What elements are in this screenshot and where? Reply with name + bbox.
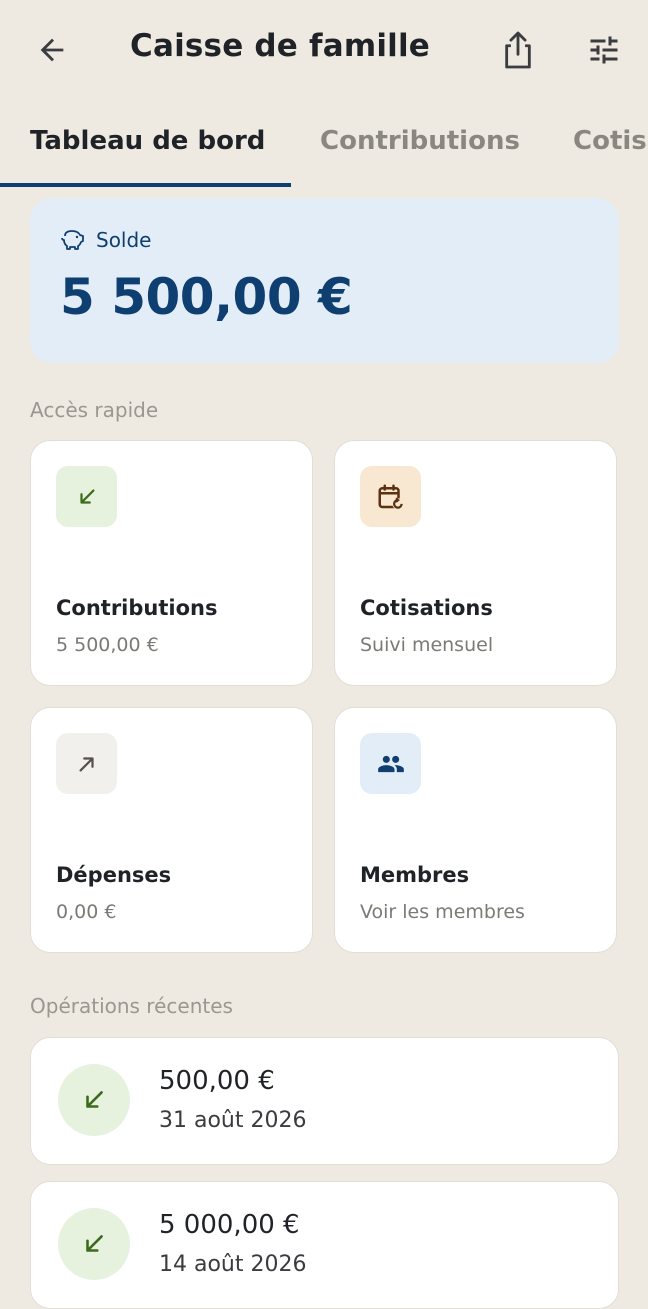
- arrow-down-left-icon: [86, 1235, 103, 1252]
- arrow-down-left-icon: [79, 488, 95, 504]
- card-title: Cotisations: [360, 596, 493, 620]
- balance-card: Solde 5 500,00 €: [30, 198, 619, 363]
- card-subtitle: 0,00 €: [56, 901, 117, 923]
- operation-date: 14 août 2026: [159, 1252, 307, 1277]
- tab-bar: Tableau de bord Contributions Cotisation…: [0, 110, 648, 188]
- people-icon: [377, 755, 404, 772]
- depenses-card[interactable]: Dépenses 0,00 €: [30, 707, 313, 953]
- balance-label: Solde: [96, 228, 152, 252]
- tab-dashboard[interactable]: Tableau de bord: [30, 126, 265, 156]
- list-item[interactable]: 500,00 € 31 août 2026: [30, 1037, 619, 1165]
- depenses-icon-box: [56, 733, 117, 794]
- card-subtitle: Voir les membres: [360, 901, 525, 923]
- recent-operations-label: Opérations récentes: [30, 994, 233, 1018]
- card-title: Membres: [360, 863, 470, 887]
- back-button[interactable]: [30, 28, 74, 72]
- share-button[interactable]: [496, 26, 540, 74]
- card-title: Dépenses: [56, 863, 172, 887]
- tab-indicator: [0, 183, 291, 187]
- balance-amount: 5 500,00 €: [60, 268, 353, 326]
- calendar-refresh-icon: [378, 484, 403, 509]
- card-subtitle: Suivi mensuel: [360, 634, 494, 656]
- contributions-icon-box: [56, 466, 117, 527]
- membres-icon-box: [360, 733, 421, 794]
- arrow-back-icon: [40, 38, 64, 62]
- card-subtitle: 5 500,00 €: [56, 634, 159, 656]
- cotisations-icon-box: [360, 466, 421, 527]
- membres-card[interactable]: Membres Voir les membres: [334, 707, 617, 953]
- tab-contributions[interactable]: Contributions: [320, 126, 520, 156]
- filter-button[interactable]: [582, 28, 626, 72]
- card-title: Contributions: [56, 596, 218, 620]
- operation-amount: 500,00 €: [159, 1066, 275, 1096]
- page-title: Caisse de famille: [130, 28, 431, 64]
- share-icon: [505, 31, 531, 69]
- income-icon-circle: [58, 1208, 130, 1280]
- tune-icon: [590, 36, 618, 64]
- arrow-down-left-icon: [86, 1091, 103, 1108]
- tab-cotisations[interactable]: Cotisations: [573, 126, 648, 156]
- quick-access-label: Accès rapide: [30, 398, 159, 422]
- piggy-bank-icon: [61, 230, 84, 250]
- operation-date: 31 août 2026: [159, 1108, 307, 1133]
- cotisations-card[interactable]: Cotisations Suivi mensuel: [334, 440, 617, 686]
- list-item[interactable]: 5 000,00 € 14 août 2026: [30, 1181, 619, 1309]
- income-icon-circle: [58, 1064, 130, 1136]
- operation-amount: 5 000,00 €: [159, 1210, 300, 1240]
- contributions-card[interactable]: Contributions 5 500,00 €: [30, 440, 313, 686]
- arrow-up-right-icon: [78, 756, 94, 772]
- app-bar: Caisse de famille: [0, 0, 648, 100]
